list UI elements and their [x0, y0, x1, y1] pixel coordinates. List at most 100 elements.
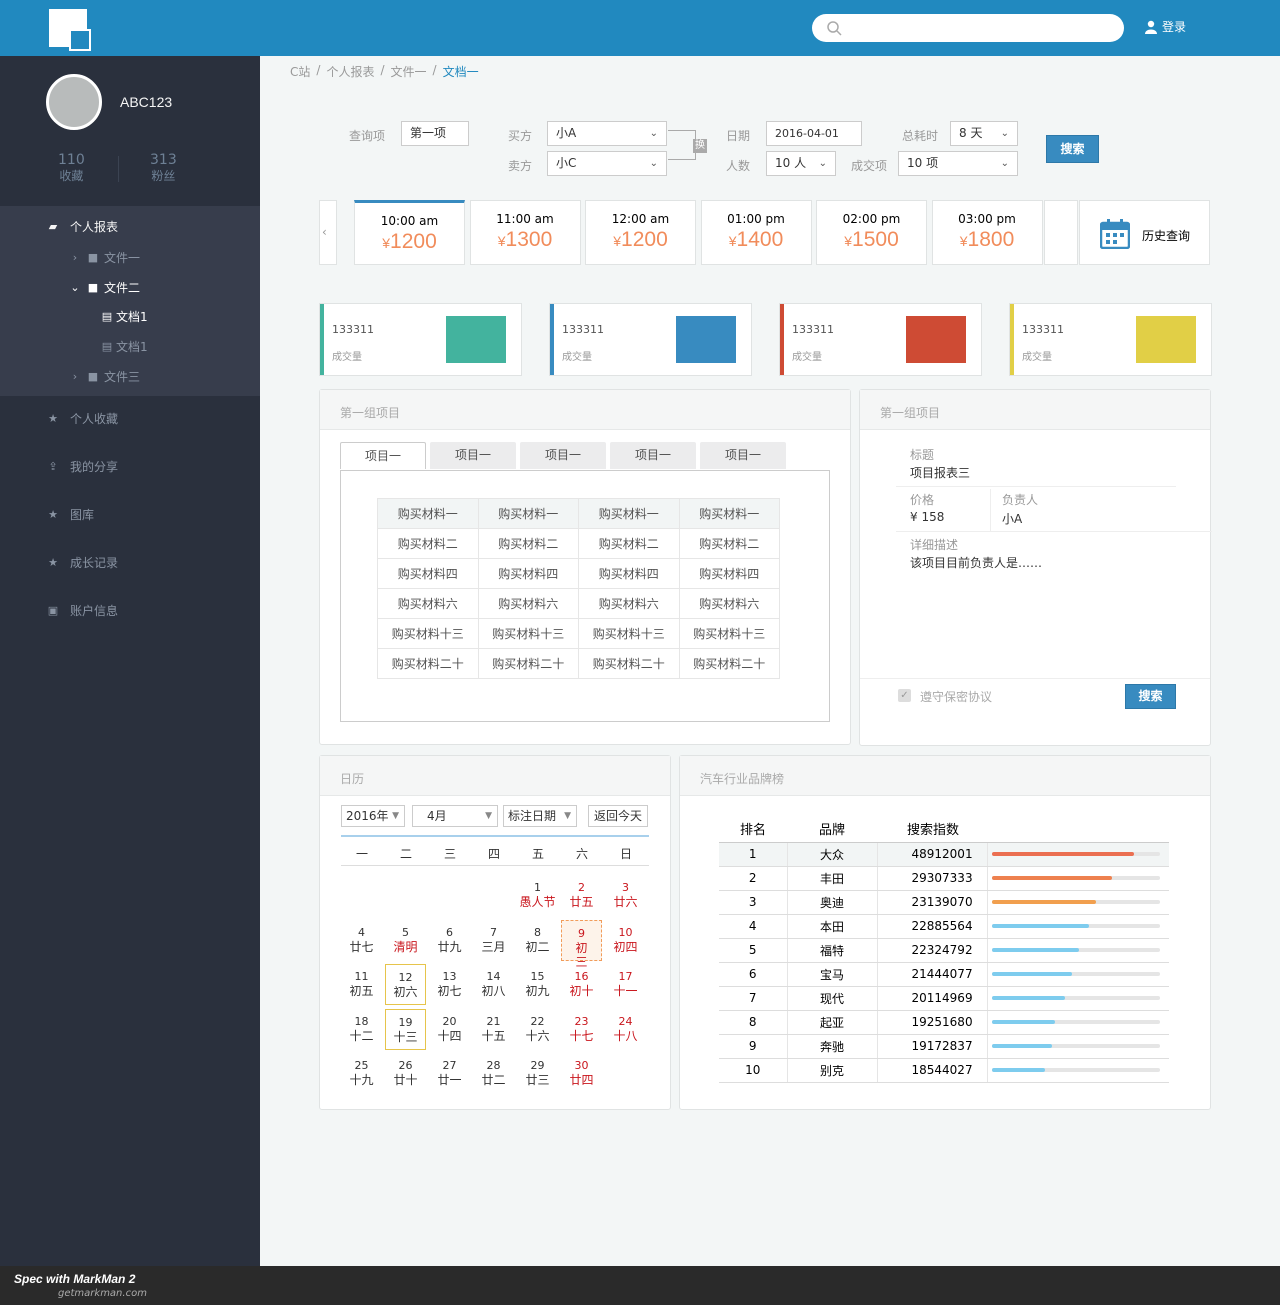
calendar-day[interactable]: 12 初六 [385, 964, 426, 1005]
calendar-day[interactable]: 18 十二 [341, 1009, 382, 1050]
ranking-row[interactable]: 6 宝马 21444077 [719, 962, 1169, 987]
stat-card[interactable]: 133311 成交量 [1009, 303, 1212, 376]
table-cell[interactable]: 购买材料十三 [578, 618, 680, 649]
table-cell[interactable]: 购买材料二 [377, 528, 479, 559]
deal-select[interactable]: 10 项 ⌄ [898, 151, 1018, 176]
calendar-day[interactable]: 28 廿二 [473, 1053, 514, 1094]
calendar-day[interactable]: 19 十三 [385, 1008, 426, 1050]
sidebar-item-doc1-active[interactable]: ▤ 文档1 [0, 308, 260, 324]
time-card[interactable]: 01:00 pm ¥1400 [700, 200, 812, 265]
year-select[interactable]: 2016年 ▼ [341, 805, 405, 827]
table-cell[interactable]: 购买材料二十 [477, 648, 579, 679]
calendar-day[interactable]: 30 廿四 [561, 1053, 602, 1094]
calendar-day[interactable]: 13 初七 [429, 964, 470, 1005]
time-card[interactable]: 11:00 am ¥1300 [469, 200, 581, 265]
ranking-row[interactable]: 8 起亚 19251680 [719, 1010, 1169, 1035]
calendar-day[interactable]: 15 初九 [517, 964, 558, 1005]
time-card[interactable]: 02:00 pm ¥1500 [816, 200, 927, 265]
table-cell[interactable]: 购买材料二 [578, 528, 680, 559]
calendar-day[interactable]: 10 初四 [605, 920, 646, 961]
ranking-row[interactable]: 4 本田 22885564 [719, 914, 1169, 939]
ranking-row[interactable]: 3 奥迪 23139070 [719, 890, 1169, 915]
calendar-day[interactable]: 21 十五 [473, 1009, 514, 1050]
tab-project-1[interactable]: 项目一 [340, 442, 426, 469]
logo[interactable] [49, 9, 91, 51]
calendar-day[interactable]: 20 十四 [429, 1009, 470, 1050]
breadcrumb-site[interactable]: C站 [290, 63, 310, 80]
calendar-day[interactable]: 1 愚人节 [517, 875, 558, 916]
table-cell[interactable]: 购买材料六 [477, 588, 579, 619]
avatar[interactable] [46, 74, 102, 130]
table-cell[interactable]: 购买材料二十 [377, 648, 479, 679]
ranking-row[interactable]: 9 奔驰 19172837 [719, 1034, 1169, 1059]
ranking-row[interactable]: 10 别克 18544027 [719, 1058, 1169, 1083]
search-icon[interactable] [826, 20, 842, 36]
table-cell[interactable]: 购买材料二十 [678, 648, 780, 679]
calendar-day[interactable]: 16 初十 [561, 964, 602, 1005]
table-cell[interactable]: 购买材料六 [377, 588, 479, 619]
sidebar-item-file1[interactable]: › ■ 文件一 [0, 249, 260, 265]
seller-select[interactable]: 小C ⌄ [547, 151, 667, 176]
calendar-day[interactable]: 11 初五 [341, 964, 382, 1005]
table-cell[interactable]: 购买材料十三 [678, 618, 780, 649]
search-button[interactable]: 搜索 [1125, 684, 1176, 709]
table-cell[interactable]: 购买材料二十 [578, 648, 680, 679]
sidebar-item-file3[interactable]: › ■ 文件三 [0, 368, 260, 384]
table-cell[interactable]: 购买材料十三 [477, 618, 579, 649]
date-input[interactable]: 2016-04-01 [766, 121, 862, 146]
month-select[interactable]: 4月 ▼ [412, 805, 498, 827]
ranking-row[interactable]: 5 福特 22324792 [719, 938, 1169, 963]
sidebar-item-report[interactable]: ▰ 个人报表 [0, 218, 260, 234]
calendar-day[interactable]: 2 廿五 [561, 875, 602, 916]
brand-header[interactable]: 品牌 [787, 815, 877, 843]
ranking-row[interactable]: 1 大众 48912001 [719, 842, 1169, 867]
table-cell[interactable]: 购买材料六 [678, 588, 780, 619]
calendar-day[interactable]: 24 十八 [605, 1009, 646, 1050]
table-cell[interactable]: 购买材料四 [377, 558, 479, 589]
table-cell[interactable]: 购买材料一 [377, 498, 479, 529]
calendar-day[interactable]: 3 廿六 [605, 875, 646, 916]
fans-stat[interactable]: 313 粉丝 [150, 152, 177, 184]
search-button[interactable]: 搜索 [1046, 135, 1099, 163]
calendar-day[interactable]: 23 十七 [561, 1009, 602, 1050]
ranking-row[interactable]: 2 丰田 29307333 [719, 866, 1169, 891]
table-cell[interactable]: 购买材料四 [477, 558, 579, 589]
table-cell[interactable]: 购买材料二 [678, 528, 780, 559]
tab-project-5[interactable]: 项目一 [700, 442, 786, 469]
table-cell[interactable]: 购买材料十三 [377, 618, 479, 649]
people-select[interactable]: 10 人 ⌄ [766, 151, 836, 176]
item-select[interactable]: 第一项 [401, 121, 469, 146]
calendar-day[interactable]: 14 初八 [473, 964, 514, 1005]
stat-card[interactable]: 133311 成交量 [549, 303, 752, 376]
duration-select[interactable]: 8 天 ⌄ [950, 121, 1018, 146]
calendar-day[interactable]: 7 三月 [473, 920, 514, 961]
sidebar-item-file2[interactable]: ⌄ ■ 文件二 [0, 279, 260, 295]
calendar-day[interactable]: 6 廿九 [429, 920, 470, 961]
time-card[interactable]: 03:00 pm ¥1800 [931, 200, 1043, 265]
fav-stat[interactable]: 110 收藏 [58, 152, 85, 184]
table-cell[interactable]: 购买材料一 [477, 498, 579, 529]
calendar-day[interactable]: 25 十九 [341, 1053, 382, 1094]
calendar-day[interactable]: 8 初二 [517, 920, 558, 961]
tab-project-2[interactable]: 项目一 [430, 442, 516, 469]
agree-checkbox[interactable]: ✓ [898, 689, 911, 702]
login-button[interactable]: 登录 [1144, 18, 1186, 35]
tab-project-4[interactable]: 项目一 [610, 442, 696, 469]
time-card[interactable]: 12:00 am ¥1200 [585, 200, 696, 265]
sidebar-item-gallery[interactable]: ★ 图库 [0, 506, 260, 522]
sidebar-item-account[interactable]: ▣ 账户信息 [0, 602, 260, 618]
history-button[interactable]: 历史查询 [1079, 200, 1210, 265]
stat-card[interactable]: 133311 成交量 [319, 303, 522, 376]
rank-header[interactable]: 排名 [719, 815, 787, 843]
mark-date-select[interactable]: 标注日期 ▼ [503, 805, 577, 827]
scroll-left-button[interactable]: ‹ [319, 200, 337, 265]
sidebar-item-growth[interactable]: ★ 成长记录 [0, 554, 260, 570]
index-header[interactable]: 搜索指数 [877, 815, 987, 843]
table-cell[interactable]: 购买材料六 [578, 588, 680, 619]
breadcrumb-file[interactable]: 文件一 [391, 63, 427, 80]
table-cell[interactable]: 购买材料四 [578, 558, 680, 589]
calendar-day[interactable]: 17 十一 [605, 964, 646, 1005]
scroll-right-button[interactable] [1044, 200, 1078, 265]
ranking-row[interactable]: 7 现代 20114969 [719, 986, 1169, 1011]
search-input[interactable] [812, 14, 1124, 42]
